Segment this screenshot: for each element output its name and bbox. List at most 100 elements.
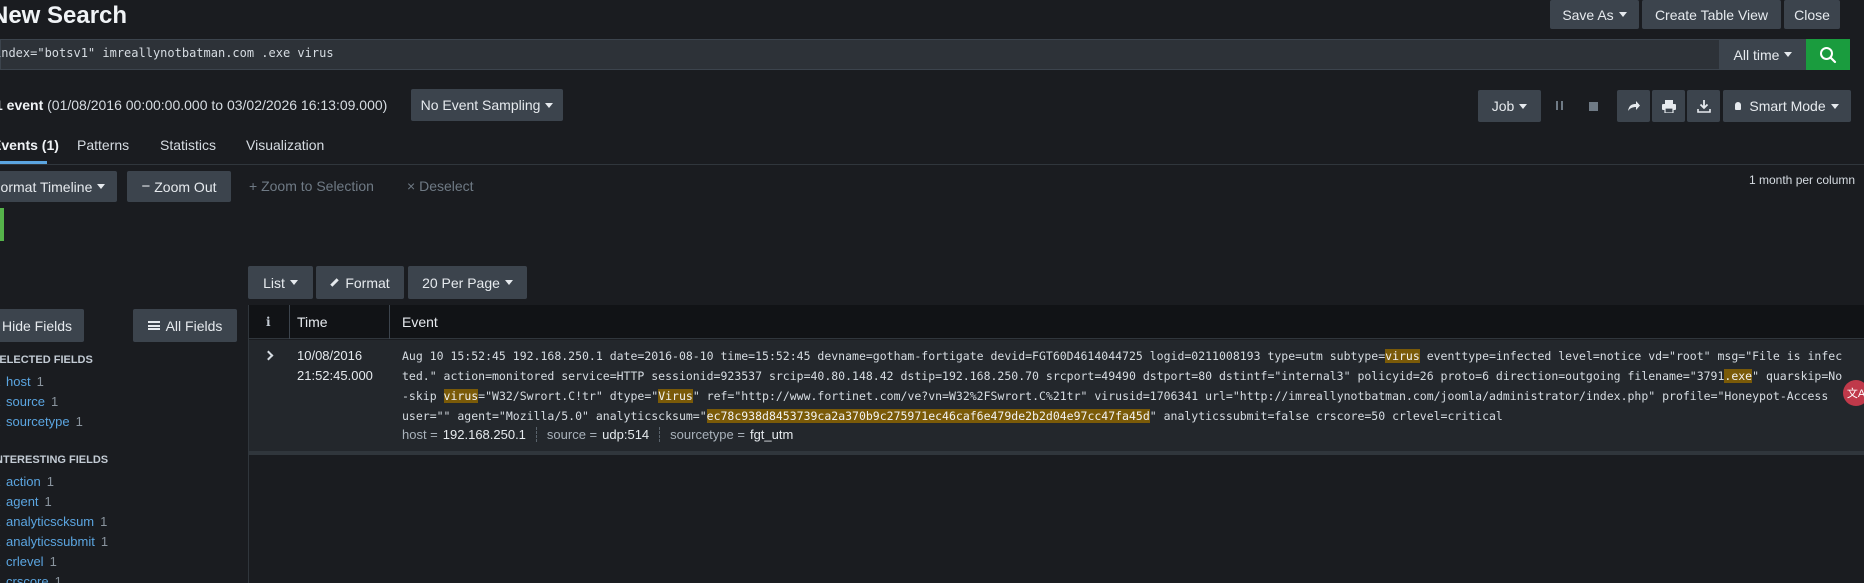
tab-visualization-label: Visualization: [246, 137, 325, 153]
event-field-pair[interactable]: host = 192.168.250.1: [402, 427, 537, 442]
event-field-value[interactable]: 192.168.250.1: [443, 427, 526, 442]
field-name[interactable]: crscore: [6, 574, 49, 583]
close-button[interactable]: Close: [1784, 0, 1840, 29]
export-button[interactable]: [1687, 90, 1720, 122]
tab-events[interactable]: Events (1): [0, 137, 59, 153]
field-item[interactable]: ahost1: [0, 374, 234, 394]
time-range-picker[interactable]: All time: [1720, 39, 1806, 70]
event-text-segment: ted." action=monitored service=HTTP sess…: [402, 369, 1725, 383]
field-name[interactable]: analyticssubmit: [6, 534, 95, 549]
event-sampling-dropdown[interactable]: No Event Sampling: [411, 89, 563, 121]
event-raw-text[interactable]: Aug 10 15:52:45 192.168.250.1 date=2016-…: [402, 346, 1862, 426]
search-mode-dropdown[interactable]: Smart Mode: [1723, 90, 1851, 122]
search-icon: [1820, 46, 1837, 63]
close-icon: ×: [407, 178, 420, 194]
event-text-segment: " analyticssubmit=false crscore=50 crlev…: [1149, 409, 1503, 423]
event-text-segment: eventtype=infected level=notice vd="root…: [1419, 349, 1843, 363]
share-button[interactable]: [1617, 90, 1650, 122]
highlighted-term[interactable]: ec78c938d8453739ca2a370b9c275971ec46caf6…: [706, 409, 1150, 423]
field-name[interactable]: agent: [6, 494, 39, 509]
save-as-button[interactable]: Save As: [1550, 0, 1639, 29]
interesting-fields-list: aaction1aagent1aanalyticscksum1aanalytic…: [0, 474, 234, 583]
create-table-view-button[interactable]: Create Table View: [1642, 0, 1781, 29]
create-table-view-label: Create Table View: [1654, 6, 1769, 23]
highlighted-term[interactable]: .exe: [1724, 369, 1753, 383]
zoom-to-selection-button[interactable]: + Zoom to Selection: [249, 178, 374, 194]
tab-patterns[interactable]: Patterns: [77, 137, 129, 153]
close-label: Close: [1794, 6, 1830, 23]
tab-visualization[interactable]: Visualization: [246, 137, 324, 153]
event-field-pair[interactable]: sourcetype = fgt_utm: [670, 427, 803, 442]
hide-fields-button[interactable]: Hide Fields: [0, 309, 84, 342]
translate-badge-icon[interactable]: 文A: [1843, 380, 1864, 406]
event-count-summary: 1 event (01/08/2016 00:00:00.000 to 03/0…: [0, 97, 387, 113]
field-count: 1: [49, 554, 57, 569]
table-header: i Time Event: [249, 305, 1864, 339]
plus-icon: +: [249, 178, 262, 194]
event-line-1: Aug 10 15:52:45 192.168.250.1 date=2016-…: [402, 346, 1862, 366]
field-name[interactable]: source: [6, 394, 45, 409]
field-count: 1: [100, 514, 108, 529]
format-button[interactable]: Format: [316, 266, 404, 299]
field-item[interactable]: asource1: [0, 394, 234, 414]
all-fields-label: All Fields: [165, 317, 223, 334]
job-dropdown[interactable]: Job: [1478, 90, 1541, 122]
field-item[interactable]: aaction1: [0, 474, 234, 494]
event-text-segment: " ref="http://www.fortinet.com/ve?vn=W32…: [692, 389, 1829, 403]
selected-fields-list: ahost1asource1asourcetype1: [0, 374, 234, 434]
event-time: 21:52:45.000: [297, 368, 373, 383]
all-fields-button[interactable]: All Fields: [133, 309, 237, 342]
field-item[interactable]: aanalyticscksum1: [0, 514, 234, 534]
format-timeline-button[interactable]: Format Timeline: [0, 171, 117, 202]
event-line-2: ted." action=monitored service=HTTP sess…: [402, 366, 1862, 386]
list-view-dropdown[interactable]: List: [248, 266, 313, 299]
field-name[interactable]: crlevel: [6, 554, 44, 569]
tab-statistics[interactable]: Statistics: [160, 137, 216, 153]
zoom-to-selection-label: Zoom to Selection: [261, 178, 374, 194]
expand-row-icon[interactable]: [263, 350, 274, 361]
field-name[interactable]: host: [6, 374, 31, 389]
highlighted-term[interactable]: virus: [443, 389, 479, 403]
stop-icon[interactable]: [1589, 102, 1598, 111]
field-item[interactable]: aanalyticssubmit1: [0, 534, 234, 554]
highlighted-term[interactable]: virus: [1385, 349, 1420, 363]
event-field-summary: host = 192.168.250.1 source = udp:514 source…: [402, 427, 813, 442]
field-name[interactable]: analyticscksum: [6, 514, 94, 529]
col-info-header: i: [266, 315, 271, 329]
per-page-dropdown[interactable]: 20 Per Page: [408, 266, 527, 299]
event-field-key: source =: [546, 427, 598, 442]
event-field-pair[interactable]: source = udp:514: [546, 427, 661, 442]
search-input[interactable]: index="botsv1" imreallynotbatman.com .ex…: [0, 39, 1720, 70]
col-time-header[interactable]: Time: [297, 314, 328, 330]
pencil-icon: [330, 278, 340, 287]
events-table: i Time Event 10/08/2016 21:52:45.000 Aug…: [248, 305, 1864, 583]
print-button[interactable]: [1652, 90, 1685, 122]
event-field-value[interactable]: fgt_utm: [750, 427, 793, 442]
field-item[interactable]: asourcetype1: [0, 414, 234, 434]
event-time-range: (01/08/2016 00:00:00.000 to 03/02/2026 1…: [47, 97, 388, 113]
timeline-bar[interactable]: [0, 208, 4, 241]
event-date: 10/08/2016: [297, 348, 363, 363]
field-name[interactable]: sourcetype: [6, 414, 70, 429]
field-count: 1: [100, 534, 109, 549]
minus-icon: −: [141, 178, 151, 195]
time-range-label: All time: [1733, 46, 1780, 63]
zoom-out-button[interactable]: − Zoom Out: [127, 171, 231, 202]
print-icon: [1661, 99, 1676, 113]
tab-patterns-label: Patterns: [77, 137, 130, 153]
event-sampling-label: No Event Sampling: [420, 97, 541, 113]
event-field-value[interactable]: udp:514: [602, 427, 649, 442]
chevron-down-icon: [504, 280, 513, 285]
search-query: index="botsv1" imreallynotbatman.com .ex…: [0, 46, 334, 60]
field-item[interactable]: #crscore1: [0, 574, 234, 583]
field-item[interactable]: aagent1: [0, 494, 234, 514]
search-button[interactable]: [1806, 39, 1850, 70]
deselect-button[interactable]: × Deselect: [407, 178, 474, 194]
col-event-header[interactable]: Event: [402, 314, 438, 330]
field-item[interactable]: acrlevel1: [0, 554, 234, 574]
highlighted-term[interactable]: Virus: [658, 389, 693, 403]
pause-icon[interactable]: [1555, 100, 1565, 112]
per-page-label: 20 Per Page: [422, 274, 500, 291]
field-name[interactable]: action: [6, 474, 41, 489]
list-icon: [147, 321, 160, 330]
